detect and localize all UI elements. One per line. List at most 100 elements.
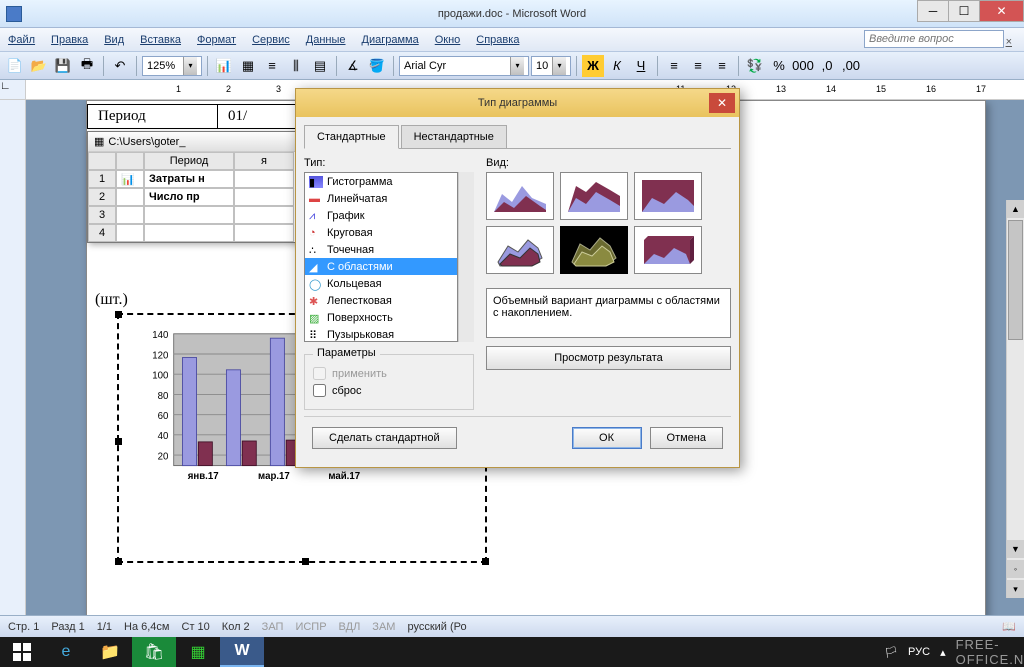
subtype-item[interactable]	[486, 172, 554, 220]
menu-file[interactable]: Файл	[0, 31, 43, 49]
type-item: ◔Круговая	[305, 224, 457, 241]
taskbar-word-icon[interactable]: W	[220, 637, 264, 667]
next-page-icon[interactable]: ▾	[1007, 580, 1024, 598]
menu-edit[interactable]: Правка	[43, 31, 96, 49]
svg-text:140: 140	[152, 330, 168, 341]
percent-icon[interactable]: %	[768, 55, 790, 77]
tray-lang[interactable]: РУС	[908, 646, 930, 658]
taskbar-store-icon[interactable]: 🛍	[132, 637, 176, 667]
taskbar-ie-icon[interactable]: e	[44, 637, 88, 667]
fill-icon[interactable]: 🪣	[366, 55, 388, 77]
table-icon[interactable]: ▤	[309, 55, 331, 77]
bold-button[interactable]: Ж	[582, 55, 604, 77]
status-lang[interactable]: русский (Ро	[407, 621, 466, 633]
chart-type-list[interactable]: ▮Гистограмма ▬Линейчатая ⩘График ◔Кругов…	[304, 172, 458, 342]
menu-format[interactable]: Формат	[189, 31, 244, 49]
maximize-button[interactable]: ☐	[948, 0, 980, 22]
datasheet-icon: ▦	[94, 135, 104, 148]
reset-checkbox[interactable]	[313, 384, 326, 397]
new-doc-icon[interactable]: 📄	[4, 55, 26, 77]
status-book-icon[interactable]: 📖	[1002, 620, 1016, 633]
status-col: Кол 2	[222, 621, 250, 633]
menu-insert[interactable]: Вставка	[132, 31, 189, 49]
vertical-ruler[interactable]	[0, 100, 26, 620]
subtype-item[interactable]	[560, 172, 628, 220]
align-left-icon[interactable]: ≡	[663, 55, 685, 77]
tray-flag-icon[interactable]: 🏳	[884, 646, 898, 659]
vertical-scrollbar[interactable]: ▲ ▼ ◦ ▾	[1006, 200, 1024, 598]
menu-tools[interactable]: Сервис	[244, 31, 298, 49]
dialog-title: Тип диаграммы	[478, 97, 557, 109]
window-titlebar: продажи.doc - Microsoft Word ─ ☐ ✕	[0, 0, 1024, 28]
by-col-icon[interactable]: ⫼	[285, 55, 307, 77]
subtype-item[interactable]	[634, 172, 702, 220]
menu-help[interactable]: Справка	[468, 31, 527, 49]
align-center-icon[interactable]: ≡	[687, 55, 709, 77]
subtype-item[interactable]	[486, 226, 554, 274]
set-default-button[interactable]: Сделать стандартной	[312, 427, 457, 449]
align-right-icon[interactable]: ≡	[711, 55, 733, 77]
italic-button[interactable]: К	[606, 55, 628, 77]
type-label: Тип:	[304, 157, 474, 169]
type-list-scrollbar[interactable]	[458, 172, 474, 342]
start-button[interactable]	[0, 637, 44, 667]
angle-icon[interactable]: ∡	[342, 55, 364, 77]
open-icon[interactable]: 📂	[28, 55, 50, 77]
system-tray[interactable]: 🏳 РУС ▴ FREE-OFFICE.NET 13:23 30.08.2017	[974, 637, 1018, 667]
preview-button[interactable]: Просмотр результата	[486, 346, 731, 370]
dialog-close-button[interactable]: ✕	[709, 93, 735, 113]
dialog-titlebar[interactable]: Тип диаграммы ✕	[296, 89, 739, 117]
scroll-thumb[interactable]	[1008, 220, 1023, 340]
scroll-down-icon[interactable]: ▼	[1007, 540, 1024, 558]
close-help-icon[interactable]: ×	[998, 33, 1020, 51]
by-row-icon[interactable]: ≡	[261, 55, 283, 77]
type-item: ▮Гистограмма	[305, 173, 457, 190]
subtype-item-selected[interactable]	[560, 226, 628, 274]
type-item: ▨Поверхность	[305, 309, 457, 326]
menu-window[interactable]: Окно	[427, 31, 469, 49]
window-title: продажи.doc - Microsoft Word	[438, 8, 586, 20]
save-icon[interactable]: 💾	[52, 55, 74, 77]
inc-decimal-icon[interactable]: ,0	[816, 55, 838, 77]
status-bar: Стр. 1 Разд 1 1/1 На 6,4см Ст 10 Кол 2 З…	[0, 615, 1024, 637]
taskbar-sheets-icon[interactable]: ▦	[176, 637, 220, 667]
status-section: Разд 1	[51, 621, 84, 633]
status-rec[interactable]: ЗАП	[262, 621, 284, 633]
zoom-combo[interactable]: 125%▾	[142, 56, 202, 76]
font-combo[interactable]: Arial Cyr▾	[399, 56, 529, 76]
tab-standard[interactable]: Стандартные	[304, 125, 399, 149]
data-table-icon[interactable]: ▦	[237, 55, 259, 77]
status-ext[interactable]: ВДЛ	[339, 621, 361, 633]
currency-icon[interactable]: 💱	[744, 55, 766, 77]
status-page: Стр. 1	[8, 621, 39, 633]
prev-page-icon[interactable]: ◦	[1007, 560, 1024, 578]
scroll-up-icon[interactable]: ▲	[1007, 200, 1024, 218]
comma-icon[interactable]: 000	[792, 55, 814, 77]
print-icon[interactable]: 🖶	[76, 55, 98, 77]
subtype-grid	[486, 172, 731, 274]
taskbar-explorer-icon[interactable]: 📁	[88, 637, 132, 667]
subtype-item[interactable]	[634, 226, 702, 274]
minimize-button[interactable]: ─	[917, 0, 949, 22]
tab-custom[interactable]: Нестандартные	[401, 125, 507, 149]
dec-decimal-icon[interactable]: ,00	[840, 55, 862, 77]
type-item: ◯Кольцевая	[305, 275, 457, 292]
help-search-input[interactable]	[864, 30, 1004, 48]
cancel-button[interactable]: Отмена	[650, 427, 723, 449]
apply-checkbox	[313, 367, 326, 380]
status-position: На 6,4см	[124, 621, 169, 633]
type-item: ▬Линейчатая	[305, 190, 457, 207]
close-button[interactable]: ✕	[979, 0, 1024, 22]
ok-button[interactable]: ОК	[572, 427, 642, 449]
underline-button[interactable]: Ч	[630, 55, 652, 77]
svg-text:20: 20	[158, 451, 169, 462]
menu-chart[interactable]: Диаграмма	[354, 31, 427, 49]
tray-up-icon[interactable]: ▴	[940, 646, 946, 659]
font-size-combo[interactable]: 10▾	[531, 56, 571, 76]
menu-data[interactable]: Данные	[298, 31, 354, 49]
status-ovr[interactable]: ЗАМ	[372, 621, 395, 633]
menu-view[interactable]: Вид	[96, 31, 132, 49]
status-trk[interactable]: ИСПР	[295, 621, 326, 633]
chart-type-icon[interactable]: 📊	[213, 55, 235, 77]
undo-icon[interactable]: ↶	[109, 55, 131, 77]
